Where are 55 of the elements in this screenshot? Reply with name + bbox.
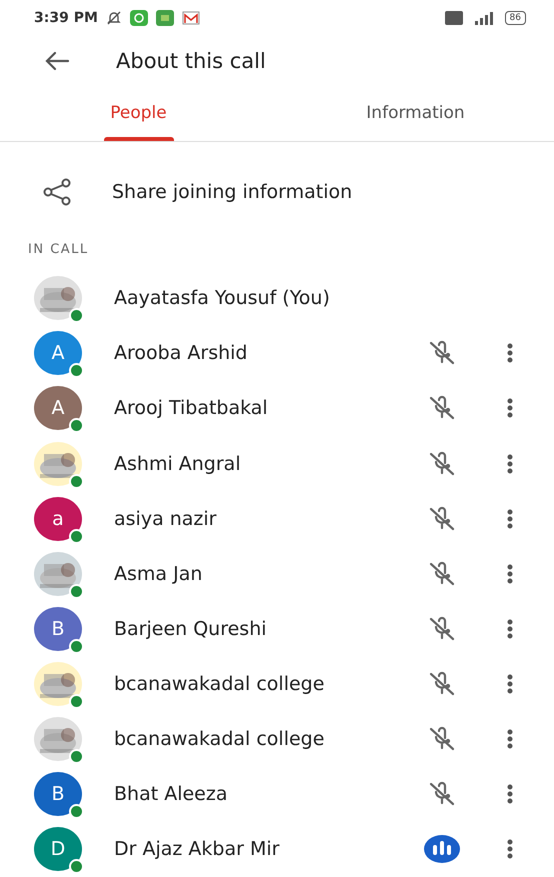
more-options-icon[interactable] — [507, 618, 513, 639]
more-options-icon[interactable] — [507, 508, 513, 529]
mic-off-icon[interactable] — [427, 450, 457, 478]
online-status-dot — [69, 694, 84, 710]
mic-off-icon[interactable] — [427, 560, 457, 588]
online-status-dot — [69, 638, 84, 654]
participant-name: asiya nazir — [114, 508, 218, 530]
more-options-icon[interactable] — [507, 674, 513, 694]
online-status-dot — [69, 859, 84, 874]
participant-name: Arooba Arshid — [114, 342, 248, 364]
participant-name: bcanawakadal college — [114, 728, 326, 750]
online-status-dot — [69, 804, 84, 820]
more-options-icon[interactable] — [507, 398, 513, 418]
participant-name: Bhat Aleeza — [114, 783, 228, 806]
participant-name: Arooj Tibatbakal — [114, 397, 269, 420]
avatar: a — [34, 496, 82, 541]
share-icon — [42, 178, 72, 206]
more-options-icon[interactable] — [507, 454, 513, 474]
page-title: About this call — [116, 48, 266, 73]
online-status-dot — [69, 528, 84, 544]
avatar: D — [34, 827, 82, 872]
section-heading: IN CALL — [27, 240, 90, 259]
tab[interactable]: People — [0, 85, 277, 142]
more-options-icon[interactable] — [507, 839, 513, 860]
online-status-dot — [69, 474, 84, 489]
share-joining-info-link[interactable]: Share joining information — [112, 180, 352, 203]
participant-name: Asma Jan — [114, 562, 204, 585]
avatar: B — [34, 606, 82, 651]
mic-off-icon[interactable] — [427, 614, 457, 643]
back-arrow-icon[interactable] — [44, 50, 70, 71]
online-status-dot — [69, 749, 84, 764]
participant-name: Aayatasfa Yousuf (You) — [114, 287, 331, 310]
battery-indicator: 86 — [504, 10, 526, 25]
bell-off-icon — [106, 10, 122, 26]
more-options-icon[interactable] — [507, 729, 513, 750]
online-status-dot — [69, 308, 84, 324]
mic-off-icon[interactable] — [427, 504, 457, 533]
online-status-dot — [69, 584, 84, 599]
status-time: 3:39 PM — [34, 10, 98, 26]
participant-name: Dr Ajaz Akbar Mir — [114, 838, 280, 860]
online-status-dot — [69, 418, 84, 434]
participant-name: Ashmi Angral — [114, 452, 242, 475]
chat-app-icon — [130, 10, 148, 26]
mail-icon — [182, 10, 200, 26]
more-options-icon[interactable] — [507, 564, 513, 584]
online-status-dot — [69, 363, 84, 378]
participant-name: Barjeen Qureshi — [114, 618, 268, 640]
more-options-icon[interactable] — [507, 784, 513, 804]
avatar: B — [34, 772, 82, 816]
message-app-icon — [156, 10, 174, 26]
tab[interactable]: Information — [277, 85, 554, 142]
avatar: A — [34, 386, 82, 430]
participant-name: bcanawakadal college — [114, 673, 326, 696]
more-options-icon[interactable] — [507, 343, 513, 364]
avatar: A — [34, 331, 82, 376]
